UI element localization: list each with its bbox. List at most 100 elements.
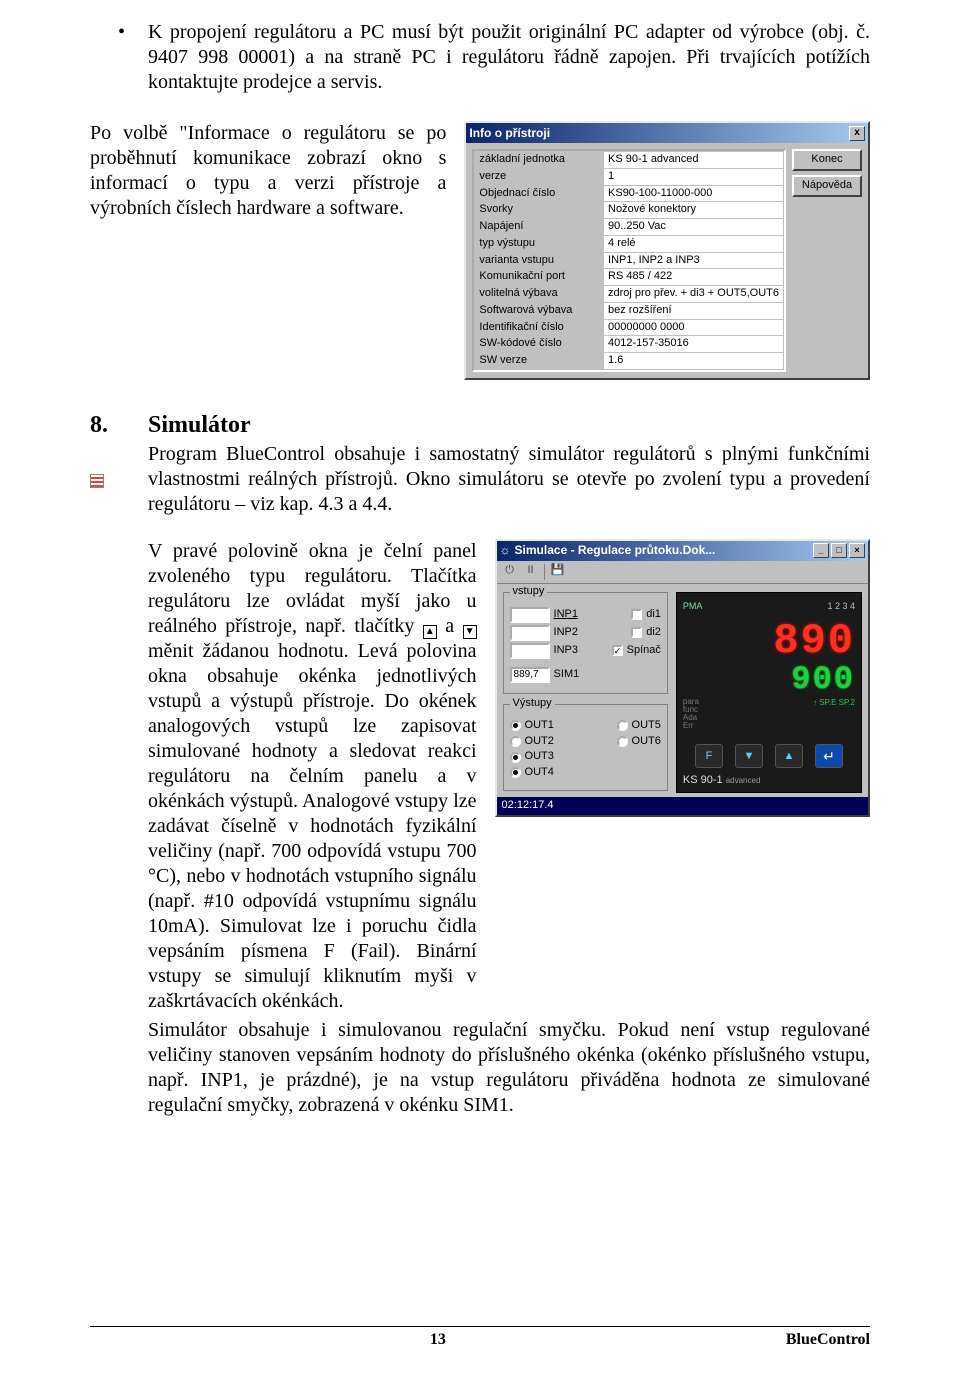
konec-button[interactable]: Konec	[792, 149, 862, 171]
close-icon[interactable]: ×	[849, 543, 865, 558]
sim-title: Simulace - Regulace průtoku.Dok...	[515, 543, 813, 558]
info-key: Softwarová výbava	[475, 302, 604, 319]
display-big: 890	[683, 620, 855, 662]
info-val: zdroj pro přev. + di3 + OUT5,OUT6	[604, 286, 784, 303]
out2-label: OUT2	[525, 735, 554, 749]
sim-toolbar: ⏻ II 💾	[497, 561, 868, 584]
out2-radio[interactable]	[510, 736, 521, 747]
out4-radio[interactable]	[510, 767, 521, 778]
info-val: 4012-157-35016	[604, 336, 784, 353]
info-val: KS 90-1 advanced	[604, 152, 784, 169]
section-after-text: Simulátor obsahuje i simulovanou regulač…	[148, 1018, 870, 1118]
out6-label: OUT6	[632, 735, 661, 749]
inp2-label: INP2	[554, 626, 578, 640]
section-title: Simulátor	[148, 410, 870, 440]
info-key: typ výstupu	[475, 235, 604, 252]
page-number: 13	[430, 1330, 446, 1350]
info-val: INP1, INP2 a INP3	[604, 252, 784, 269]
out3-radio[interactable]	[510, 752, 521, 763]
info-titlebar: Info o přístroji x	[466, 123, 868, 143]
info-key: SW-kódové číslo	[475, 336, 604, 353]
out4-label: OUT4	[525, 766, 554, 780]
simulator-icon	[90, 474, 104, 488]
info-key: Komunikační port	[475, 269, 604, 286]
f-button[interactable]: F	[695, 744, 723, 768]
info-val: RS 485 / 422	[604, 269, 784, 286]
di3-checkbox[interactable]: ✓	[612, 645, 623, 656]
power-icon[interactable]: ⏻	[502, 564, 518, 580]
page-footer: 13 BlueControl	[90, 1326, 870, 1350]
bullet-text: K propojení regulátoru a PC musí být pou…	[148, 20, 870, 95]
section-intro: Program BlueControl obsahuje i samostatn…	[148, 442, 870, 517]
maximize-icon[interactable]: □	[831, 543, 847, 558]
enter-button[interactable]: ↵	[815, 744, 843, 768]
info-table: základní jednotkaKS 90-1 advancedverze1O…	[472, 149, 786, 372]
display-small: 900	[683, 664, 855, 696]
out3-label: OUT3	[525, 750, 554, 764]
info-key: Svorky	[475, 202, 604, 219]
section-number: 8.	[90, 410, 148, 1014]
inp1-label: INP1	[554, 608, 578, 622]
info-key: Napájení	[475, 219, 604, 236]
out6-radio[interactable]	[617, 736, 628, 747]
info-title: Info o přístroji	[469, 126, 849, 141]
minimize-icon[interactable]: _	[813, 543, 829, 558]
device-panel: PMA 1 2 3 4 890 900 para func Ada Err ↑ …	[676, 592, 862, 793]
bullet-icon: •	[118, 20, 148, 95]
di2-label: di2	[646, 626, 661, 640]
para-after-bullet: Po volbě "Informace o regulátoru se po p…	[90, 121, 464, 380]
side-labels: para func Ada Err	[683, 698, 699, 730]
info-key: verze	[475, 168, 604, 185]
info-key: Identifikační číslo	[475, 319, 604, 336]
spinac-label: Spínač	[627, 644, 661, 658]
inp3-label: INP3	[554, 644, 578, 658]
down-icon: ▼	[463, 625, 477, 639]
inp2-input[interactable]	[510, 625, 550, 641]
info-val: 4 relé	[604, 235, 784, 252]
di2-checkbox[interactable]	[631, 627, 642, 638]
inp3-input[interactable]	[510, 643, 550, 659]
led-labels: 1 2 3 4	[827, 601, 855, 612]
info-val: Nožové konektory	[604, 202, 784, 219]
inp1-input[interactable]	[510, 607, 550, 623]
pma-label: PMA	[683, 601, 703, 612]
info-val: 1	[604, 168, 784, 185]
close-icon[interactable]: x	[849, 126, 865, 141]
napoveda-button[interactable]: Nápověda	[792, 175, 862, 197]
out5-radio[interactable]	[617, 720, 628, 731]
di1-checkbox[interactable]	[631, 609, 642, 620]
product-name: BlueControl	[786, 1330, 870, 1350]
info-key: Objednací číslo	[475, 185, 604, 202]
info-key: základní jednotka	[475, 152, 604, 169]
model-name: KS 90-1	[683, 774, 723, 786]
up-button[interactable]: ▲	[775, 744, 803, 768]
out5-label: OUT5	[632, 719, 661, 733]
vystupy-legend: Výstupy	[510, 697, 555, 711]
sim-title-icon: ☼	[500, 543, 511, 558]
info-key: volitelná výbava	[475, 286, 604, 303]
txt-part-1: V pravé polovině okna je čelní panel zvo…	[148, 540, 477, 637]
txt-part-3: měnit žádanou hodnotu. Levá polovina okn…	[148, 640, 477, 1012]
toolbar-sep	[544, 564, 545, 580]
model-adv: advanced	[726, 776, 761, 785]
down-button[interactable]: ▼	[735, 744, 763, 768]
info-key: varianta vstupu	[475, 252, 604, 269]
info-val: 00000000 0000	[604, 319, 784, 336]
info-val: 1.6	[604, 353, 784, 370]
sim-window: ☼ Simulace - Regulace průtoku.Dok... _ □…	[495, 539, 870, 817]
vstupy-group: vstupy INP1 di1 INP	[503, 592, 668, 694]
sim-statusbar: 02:12:17.4	[497, 797, 868, 815]
sim1-value: 889,7	[510, 667, 550, 683]
info-key: SW verze	[475, 353, 604, 370]
vystupy-group: Výstupy OUT1 OUT5 O	[503, 704, 668, 791]
txt-part-2: a	[445, 615, 462, 637]
out1-radio[interactable]	[510, 720, 521, 731]
out1-label: OUT1	[525, 719, 554, 733]
vstupy-legend: vstupy	[510, 585, 548, 599]
info-val: 90..250 Vac	[604, 219, 784, 236]
section-left-text: V pravé polovině okna je čelní panel zvo…	[148, 539, 495, 1014]
save-icon[interactable]: 💾	[550, 564, 566, 580]
sp-labels: ↑ SP.E SP.2	[813, 698, 855, 730]
info-val: KS90-100-11000-000	[604, 185, 784, 202]
pause-icon[interactable]: II	[523, 564, 539, 580]
